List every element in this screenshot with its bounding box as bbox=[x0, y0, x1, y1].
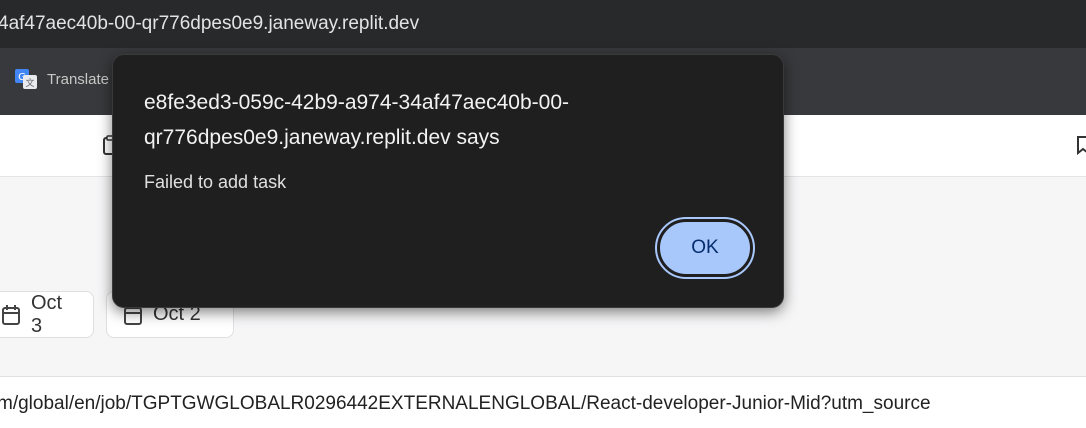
svg-text:文: 文 bbox=[25, 77, 34, 89]
address-text[interactable]: 4af47aec40b-00-qr776dpes0e9.janeway.repl… bbox=[0, 0, 419, 48]
page: 4af47aec40b-00-qr776dpes0e9.janeway.repl… bbox=[0, 0, 1086, 428]
chip-label: Oct 3 bbox=[31, 291, 63, 337]
calendar-icon bbox=[1, 304, 21, 326]
alert-dialog: e8fe3ed3-059c-42b9-a974-34af47aec40b-00-… bbox=[112, 54, 784, 308]
date-chip-oct-3[interactable]: Oct 3 bbox=[0, 291, 94, 338]
bookmark-translate[interactable]: G 文 Translate bbox=[14, 66, 109, 92]
dialog-message: Failed to add task bbox=[144, 172, 287, 192]
dialog-title-line-2: qr776dpes0e9.janeway.replit.dev says bbox=[144, 126, 500, 149]
address-bar[interactable]: 4af47aec40b-00-qr776dpes0e9.janeway.repl… bbox=[0, 0, 1086, 48]
url-strip: m/global/en/job/TGPTGWGLOBALR0296442EXTE… bbox=[0, 376, 1086, 428]
dialog-title-line-1: e8fe3ed3-059c-42b9-a974-34af47aec40b-00- bbox=[144, 91, 570, 114]
translate-icon: G 文 bbox=[14, 67, 38, 91]
dialog-title: e8fe3ed3-059c-42b9-a974-34af47aec40b-00-… bbox=[144, 85, 704, 155]
ok-button[interactable]: OK bbox=[655, 217, 755, 279]
bookmark-icon[interactable] bbox=[1076, 135, 1086, 156]
url-text: m/global/en/job/TGPTGWGLOBALR0296442EXTE… bbox=[0, 393, 931, 414]
bookmark-label: Translate bbox=[47, 70, 109, 88]
